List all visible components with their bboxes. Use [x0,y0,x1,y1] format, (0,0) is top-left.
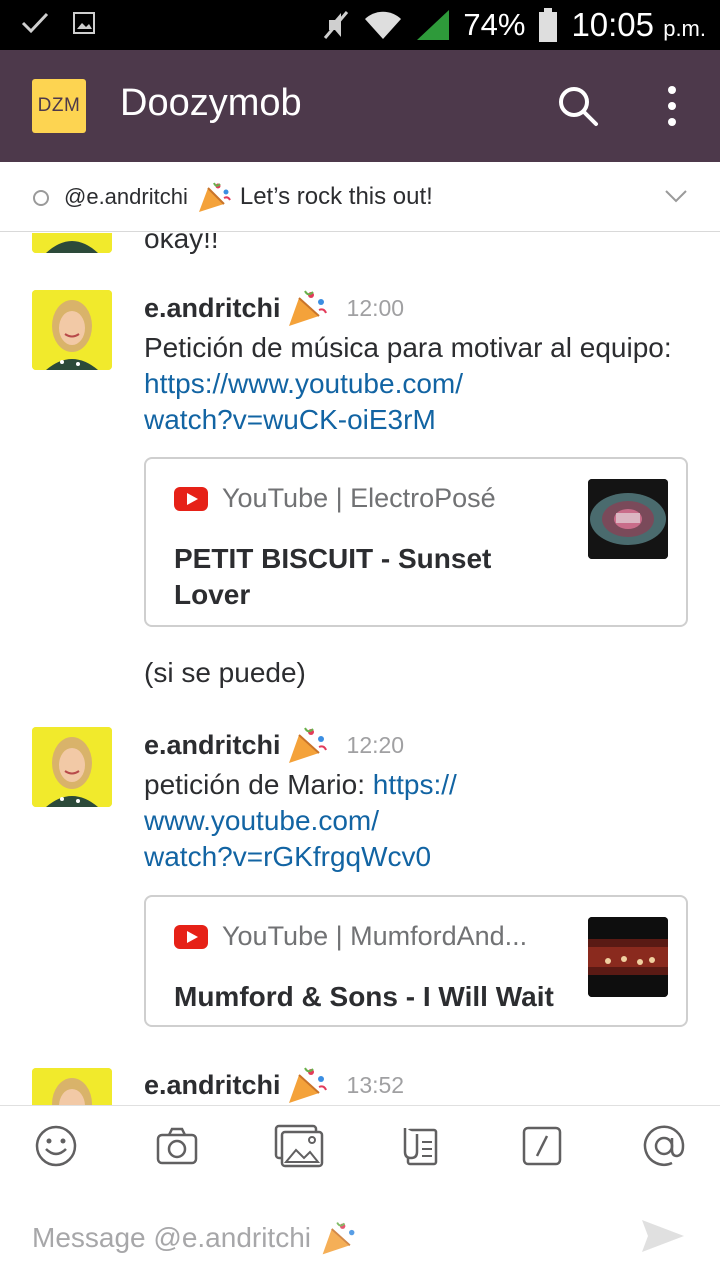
message-link[interactable]: https:// [373,769,457,800]
signal-icon [417,10,450,40]
slash-command-icon[interactable] [520,1124,564,1168]
wifi-icon [365,11,402,39]
message-input[interactable]: Message @e.andritchi [32,1216,592,1260]
message: e.andritchi 13:52 [144,1065,694,1105]
message: e.andritchi 12:20 petición de Mario: htt… [144,725,694,875]
message-input-placeholder: Message @e.andritchi [32,1222,312,1253]
party-popper-icon [288,1067,327,1103]
more-options-icon[interactable] [660,84,684,128]
battery-icon [539,8,558,42]
message-list[interactable]: okay!! e.andritchi 12:00 Petición de mús… [0,233,720,1105]
avatar[interactable] [32,233,112,253]
preview-source: YouTube | ElectroPosé [222,483,496,513]
message-link[interactable]: watch?v=wuCK-oiE3rM [144,404,436,435]
image-notification-icon [73,12,95,34]
message-timestamp: 12:20 [346,731,405,758]
message-timestamp: 13:52 [346,1071,405,1098]
message-text: Petición de música para motivar al equip… [144,332,672,435]
message-username[interactable]: e.andritchi [144,1070,281,1101]
message-composer: Message @e.andritchi [0,1105,720,1280]
party-popper-icon [288,727,327,763]
file-attachment-icon[interactable] [398,1124,442,1168]
party-popper-icon [198,182,231,212]
message-link[interactable]: watch?v=rGKfrgqWcv0 [144,841,431,872]
topic-message: Let’s rock this out! [239,183,433,210]
message-link[interactable]: https://www.youtube.com/ [144,368,463,399]
partial-message: okay!! [144,233,694,257]
camera-icon[interactable] [155,1124,199,1168]
youtube-icon [174,486,208,511]
send-icon[interactable] [640,1216,686,1256]
message-text: (si se puede) [144,657,306,688]
message-username[interactable]: e.andritchi [144,293,281,324]
image-gallery-icon[interactable] [274,1124,324,1168]
video-thumbnail[interactable] [588,917,668,997]
status-bar: 74% 10:05 p.m. [0,0,720,50]
link-preview-card[interactable]: YouTube | ElectroPosé PETIT BISCUIT - Su… [144,457,688,627]
preview-title: PETIT BISCUIT - Sunset Lover [174,543,492,610]
avatar[interactable] [32,290,112,370]
party-popper-icon [322,1222,355,1255]
mute-icon [324,11,349,39]
search-icon[interactable] [556,84,600,128]
preview-source: YouTube | MumfordAnd... [222,921,528,951]
team-title[interactable]: Doozymob [120,82,302,125]
battery-percent: 74% [463,7,526,42]
message-text: petición de Mario: https://www.youtube.c… [144,769,457,872]
message: e.andritchi 12:00 Petición de música par… [144,288,694,438]
team-logo[interactable]: DZM [32,79,86,133]
video-thumbnail[interactable] [588,479,668,559]
emoji-icon[interactable] [34,1124,78,1168]
mention-icon[interactable] [642,1124,686,1168]
avatar[interactable] [32,727,112,807]
avatar[interactable] [32,1068,112,1105]
chevron-down-icon[interactable] [664,188,688,204]
message-followup: (si se puede) [144,653,694,691]
party-popper-icon [288,290,327,326]
message-timestamp: 12:00 [346,294,405,321]
presence-indicator [33,190,49,206]
check-icon [21,12,49,34]
app-bar: DZM Doozymob [0,50,720,162]
preview-title: Mumford & Sons - I Will Wait [174,981,554,1012]
clock: 10:05 p.m. [571,6,706,43]
message-link[interactable]: www.youtube.com/ [144,805,379,836]
link-preview-card[interactable]: YouTube | MumfordAnd... Mumford & Sons -… [144,895,688,1027]
message-username[interactable]: e.andritchi [144,730,281,761]
topic-handle: @e.andritchi [64,184,188,209]
youtube-icon [174,924,208,949]
channel-topic-bar[interactable]: @e.andritchi Let’s rock this out! [0,162,720,232]
message-text: okay!! [144,233,219,254]
